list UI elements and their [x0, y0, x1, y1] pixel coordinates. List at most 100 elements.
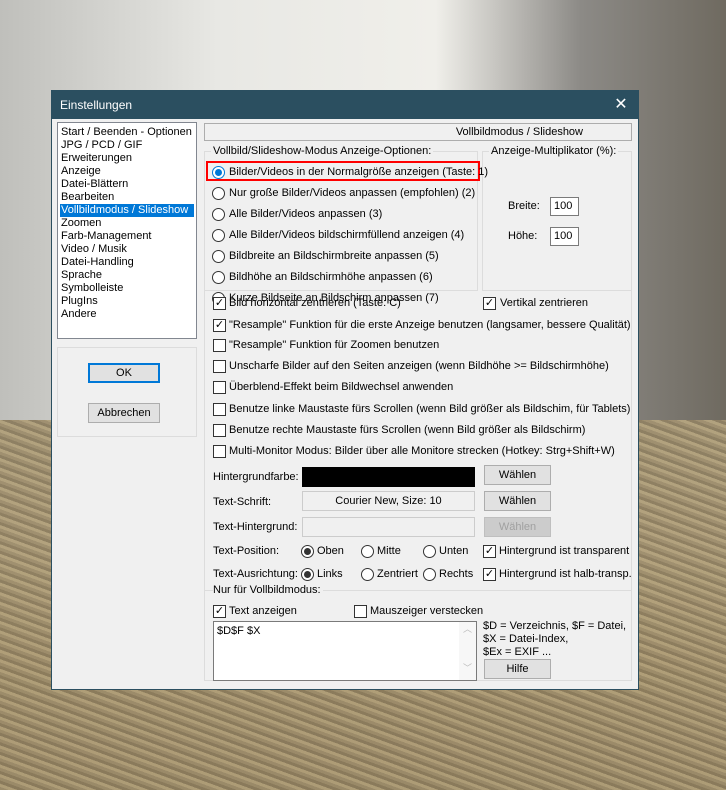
mode-radio-label: Alle Bilder/Videos bildschirmfüllend anz…: [229, 229, 465, 241]
align-zentriert-radio[interactable]: [361, 568, 374, 581]
transparent-checkbox[interactable]: ✓: [483, 545, 496, 558]
align-rechts-radio[interactable]: [423, 568, 436, 581]
position-oben-label: Oben: [317, 545, 344, 557]
help-line: $D = Verzeichnis, $F = Datei,: [483, 620, 627, 632]
nav-item[interactable]: Vollbildmodus / Slideshow: [60, 204, 194, 217]
option-checkbox-label: Unscharfe Bilder auf den Seiten anzeigen…: [229, 360, 609, 372]
show-text-label: Text anzeigen: [229, 605, 297, 617]
bg-color-swatch: [302, 467, 475, 487]
option-checkbox-label: Benutze rechte Maustaste fürs Scrollen (…: [229, 424, 586, 436]
mode-radio[interactable]: [212, 271, 225, 284]
align-rechts-label: Rechts: [439, 568, 474, 580]
option-checkbox[interactable]: [213, 424, 226, 437]
help-line: $X = Datei-Index,: [483, 633, 569, 645]
position-unten-radio[interactable]: [423, 545, 436, 558]
nav-item[interactable]: Symbolleiste: [60, 282, 196, 295]
font-label: Text-Schrift:: [213, 496, 272, 508]
mode-radio-label: Bilder/Videos in der Normalgröße anzeige…: [229, 166, 489, 178]
position-mitte-label: Mitte: [377, 545, 401, 557]
help-line: $Ex = EXIF ...: [483, 646, 552, 658]
nav-item[interactable]: Datei-Handling: [60, 256, 196, 269]
mode-radio-label: Bildhöhe an Bildschirmhöhe anpassen (6): [229, 271, 433, 283]
semi-transparent-label: Hintergrund ist halb-transp.: [499, 568, 632, 580]
option-checkbox[interactable]: [213, 339, 226, 352]
height-input[interactable]: 100: [550, 227, 579, 246]
mode-radio-label: Nur große Bilder/Videos anpassen (empfoh…: [229, 187, 476, 199]
bg-color-label: Hintergrundfarbe:: [213, 471, 299, 483]
mode-radio[interactable]: [212, 166, 225, 179]
text-bg-choose-button[interactable]: Wählen: [484, 517, 551, 537]
scroll-down-icon[interactable]: ﹀: [459, 661, 476, 674]
title-bar: Einstellungen: [52, 91, 638, 119]
hide-cursor-checkbox[interactable]: [354, 605, 367, 618]
bg-color-choose-button[interactable]: Wählen: [484, 465, 551, 485]
nav-item[interactable]: Zoomen: [60, 217, 196, 230]
textarea-scrollbar[interactable]: ︿ ﹀: [459, 622, 476, 680]
nav-item[interactable]: PlugIns: [60, 295, 196, 308]
option-checkbox-label: Multi-Monitor Modus: Bilder über alle Mo…: [229, 445, 615, 457]
mode-radio-label: Bildbreite an Bildschirmbreite anpassen …: [229, 250, 439, 262]
mode-radio[interactable]: [212, 229, 225, 242]
nav-item[interactable]: Bearbeiten: [60, 191, 196, 204]
scroll-up-icon[interactable]: ︿: [459, 622, 476, 635]
hide-cursor-label: Mauszeiger verstecken: [370, 605, 484, 617]
nav-item[interactable]: JPG / PCD / GIF: [60, 139, 196, 152]
font-value: Courier New, Size: 10: [302, 491, 475, 511]
nav-item[interactable]: Andere: [60, 308, 196, 321]
show-text-checkbox[interactable]: ✓: [213, 605, 226, 618]
fullscreen-only-label: Nur für Vollbildmodus:: [213, 584, 323, 596]
nav-item[interactable]: Datei-Blättern: [60, 178, 196, 191]
position-unten-label: Unten: [439, 545, 469, 557]
option-checkbox[interactable]: [213, 360, 226, 373]
mode-radio[interactable]: [212, 208, 225, 221]
nav-item[interactable]: Video / Musik: [60, 243, 196, 256]
mode-radio[interactable]: [212, 250, 225, 263]
alignment-label: Text-Ausrichtung:: [213, 568, 298, 580]
option-checkbox[interactable]: ✓: [213, 297, 226, 310]
multiplier-label: Anzeige-Multiplikator (%):: [489, 145, 619, 157]
option-checkbox-label: "Resample" Funktion für die erste Anzeig…: [229, 319, 631, 331]
align-links-label: Links: [317, 568, 343, 580]
button-group: [57, 347, 197, 437]
position-oben-radio[interactable]: [301, 545, 314, 558]
transparent-label: Hintergrund ist transparent: [499, 545, 630, 557]
align-zentriert-label: Zentriert: [377, 568, 418, 580]
help-button[interactable]: Hilfe: [484, 659, 551, 679]
nav-item[interactable]: Sprache: [60, 269, 196, 282]
nav-item[interactable]: Erweiterungen: [60, 152, 196, 165]
height-label: Höhe:: [508, 230, 538, 242]
option-checkbox-label: "Resample" Funktion für Zoomen benutzen: [229, 339, 440, 351]
position-mitte-radio[interactable]: [361, 545, 374, 558]
mode-radio-label: Alle Bilder/Videos anpassen (3): [229, 208, 383, 220]
option-checkbox-label: Benutze linke Maustaste fürs Scrollen (w…: [229, 403, 631, 415]
option-checkbox[interactable]: [213, 381, 226, 394]
cancel-button[interactable]: Abbrechen: [88, 403, 160, 423]
vertical-center-checkbox[interactable]: ✓: [483, 297, 496, 310]
text-template-value: $D$F $X: [217, 625, 261, 637]
text-bg-label: Text-Hintergrund:: [213, 521, 298, 533]
font-choose-button[interactable]: Wählen: [484, 491, 551, 511]
width-input[interactable]: 100: [550, 197, 579, 216]
nav-item[interactable]: Farb-Management: [60, 230, 196, 243]
window-title: Einstellungen: [60, 98, 133, 112]
option-checkbox[interactable]: ✓: [213, 319, 226, 332]
option-checkbox-label: Bild horizontal zentrieren (Taste: C): [229, 297, 401, 309]
align-links-radio[interactable]: [301, 568, 314, 581]
ok-button[interactable]: OK: [88, 363, 160, 383]
option-checkbox[interactable]: [213, 445, 226, 458]
mode-group-label: Vollbild/Slideshow-Modus Anzeige-Optione…: [211, 145, 434, 157]
panel-header: Vollbildmodus / Slideshow: [204, 123, 632, 141]
option-checkbox-label: Überblend-Effekt beim Bildwechsel anwend…: [229, 381, 454, 393]
width-label: Breite:: [508, 200, 540, 212]
text-template-textarea[interactable]: $D$F $X ︿ ﹀: [213, 621, 477, 681]
settings-dialog: Einstellungen ✕ Start / Beenden - Option…: [51, 90, 639, 690]
mode-radio[interactable]: [212, 187, 225, 200]
nav-item[interactable]: Start / Beenden - Optionen: [60, 126, 196, 139]
close-icon[interactable]: ✕: [604, 91, 638, 119]
option-checkbox[interactable]: [213, 403, 226, 416]
vertical-center-label: Vertikal zentrieren: [500, 297, 589, 309]
category-list[interactable]: Start / Beenden - Optionen JPG / PCD / GI…: [57, 122, 197, 339]
multiplier-group: Anzeige-Multiplikator (%):: [482, 145, 632, 291]
nav-item[interactable]: Anzeige: [60, 165, 196, 178]
semi-transparent-checkbox[interactable]: ✓: [483, 568, 496, 581]
